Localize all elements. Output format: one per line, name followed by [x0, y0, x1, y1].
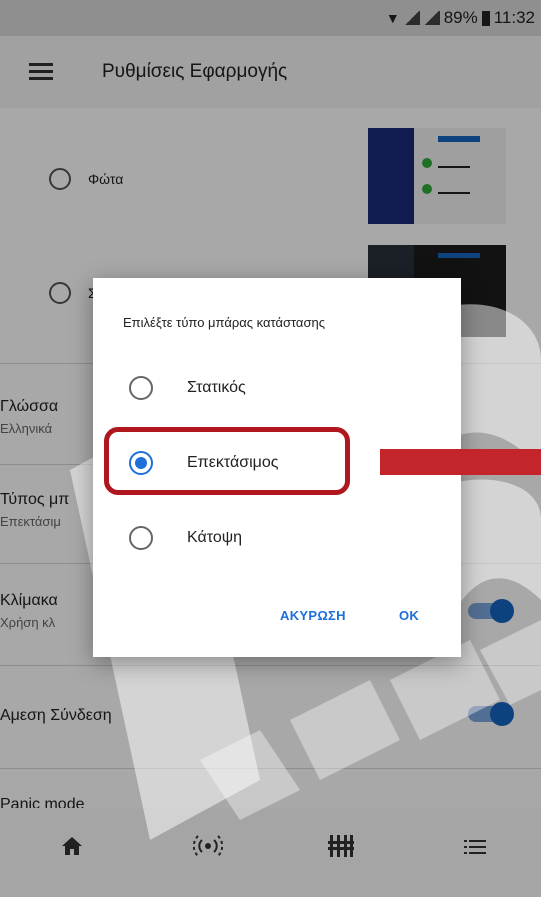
- option-floorplan-radio[interactable]: [129, 526, 153, 550]
- option-static-label[interactable]: Στατικός: [187, 379, 246, 397]
- option-floorplan-label[interactable]: Κάτοψη: [187, 529, 242, 547]
- option-static-radio[interactable]: [129, 376, 153, 400]
- cancel-button[interactable]: ΑΚΥΡΩΣΗ: [280, 608, 346, 623]
- highlight-box: [104, 427, 350, 495]
- ok-button[interactable]: OK: [399, 608, 419, 623]
- dialog-title: Επιλέξτε τύπο μπάρας κατάστασης: [123, 315, 325, 330]
- annotation-arrow: [380, 449, 541, 475]
